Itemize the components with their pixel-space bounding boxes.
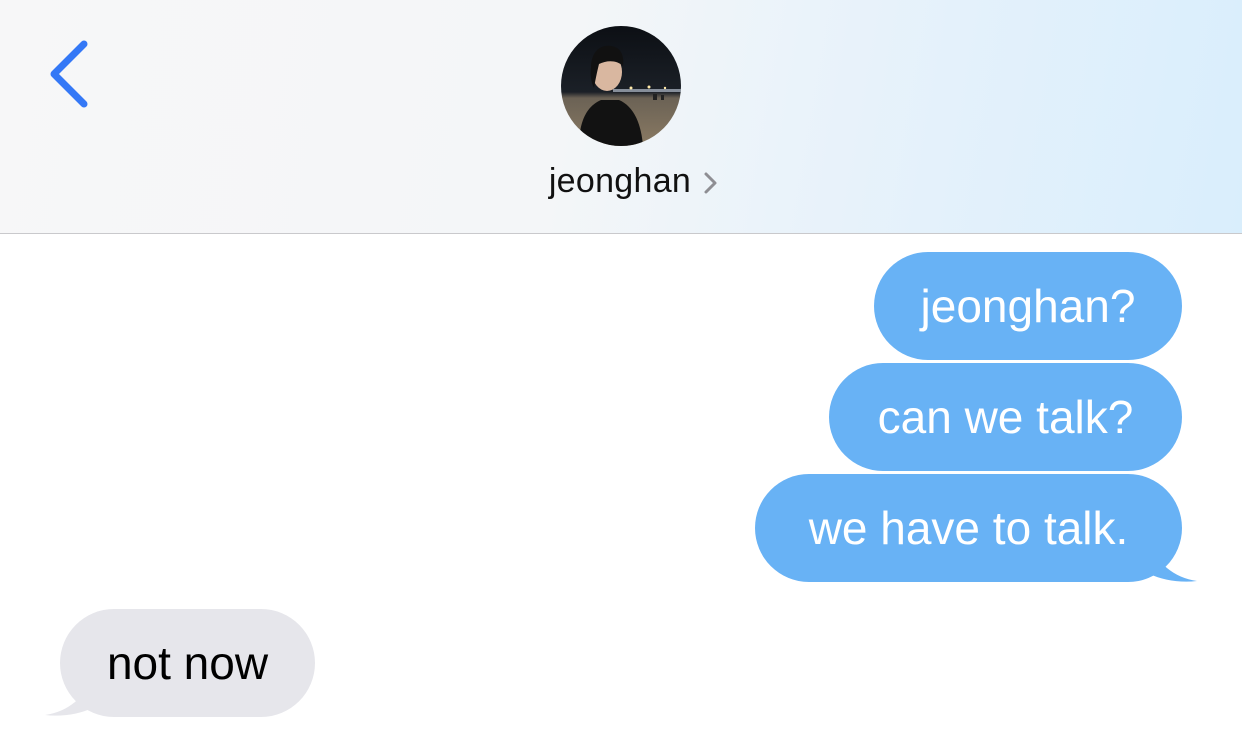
message-thread: jeonghan? can we talk? we have to talk. … <box>0 234 1242 755</box>
contact-name: jeonghan <box>548 161 692 200</box>
message-text: can we talk? <box>877 391 1134 443</box>
message-text: not now <box>106 637 269 689</box>
avatar-photo <box>561 26 681 146</box>
sent-bubble-tail <box>1150 544 1197 582</box>
received-bubble-tail <box>45 678 92 716</box>
contact-avatar[interactable] <box>561 26 681 146</box>
sent-message-bubble[interactable]: we have to talk. <box>755 474 1182 582</box>
conversation-header: jeonghan <box>0 0 1242 234</box>
message-text: we have to talk. <box>808 502 1129 554</box>
contact-name-button[interactable]: jeonghan <box>0 156 1242 206</box>
sent-message-bubble[interactable]: can we talk? <box>829 363 1182 471</box>
chevron-right-icon <box>704 172 717 194</box>
received-message-bubble[interactable]: not now <box>60 609 315 717</box>
message-text: jeonghan? <box>920 280 1136 332</box>
back-button[interactable] <box>40 34 100 114</box>
chevron-left-icon <box>50 40 88 108</box>
sent-message-bubble[interactable]: jeonghan? <box>874 252 1182 360</box>
